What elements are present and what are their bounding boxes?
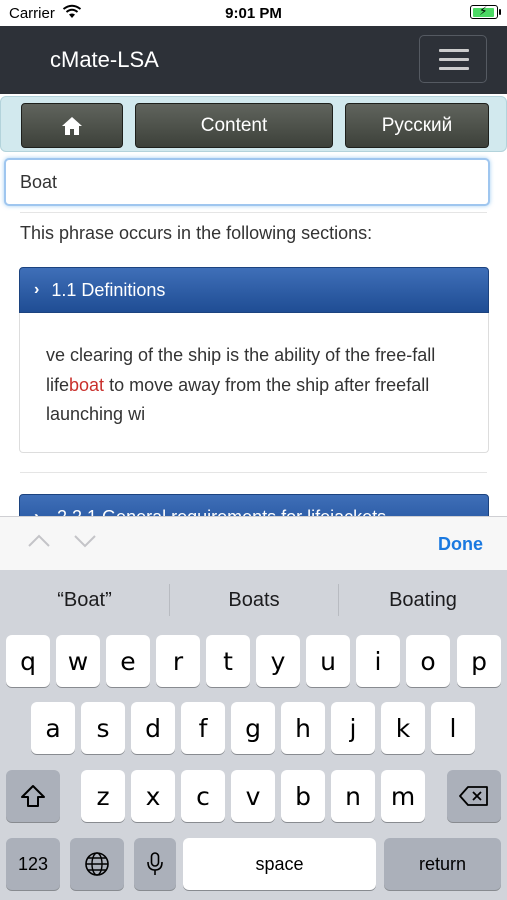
divider xyxy=(20,472,487,473)
key[interactable]: b xyxy=(281,770,325,822)
key[interactable]: x xyxy=(131,770,175,822)
shift-icon xyxy=(21,785,45,807)
key[interactable]: t xyxy=(206,635,250,687)
app-title[interactable]: cMate-LSA xyxy=(50,47,159,73)
globe-key[interactable] xyxy=(70,838,124,890)
snippet-text-after: to move away from the ship after freefal… xyxy=(46,374,430,425)
divider xyxy=(20,212,487,213)
suggestion-item[interactable]: Boating xyxy=(338,584,507,616)
key[interactable]: c xyxy=(181,770,225,822)
microphone-icon xyxy=(147,852,163,875)
key[interactable]: n xyxy=(331,770,375,822)
key[interactable]: m xyxy=(381,770,425,822)
key[interactable]: g xyxy=(231,702,275,754)
space-key[interactable]: space xyxy=(183,838,376,890)
done-button[interactable]: Done xyxy=(438,534,483,555)
keyboard: “Boat” Boats Boating q w e r t y u i o p… xyxy=(0,570,507,900)
home-icon xyxy=(62,116,82,135)
key[interactable]: e xyxy=(106,635,150,687)
chevron-right-icon: › xyxy=(34,281,40,298)
home-button[interactable] xyxy=(21,103,123,148)
section-header-definitions[interactable]: › 1.1 Definitions xyxy=(19,267,489,313)
section-title: 1.1 Definitions xyxy=(51,279,166,300)
key[interactable]: d xyxy=(131,702,175,754)
microphone-key[interactable] xyxy=(134,838,176,890)
backspace-icon xyxy=(459,786,488,806)
chevron-down-icon[interactable] xyxy=(74,531,96,554)
key[interactable]: q xyxy=(6,635,50,687)
results-intro: This phrase occurs in the following sect… xyxy=(20,223,373,243)
key[interactable]: p xyxy=(457,635,501,687)
section-snippet: ve clearing of the ship is the ability o… xyxy=(19,313,489,453)
key[interactable]: r xyxy=(156,635,200,687)
hamburger-icon[interactable] xyxy=(419,35,487,83)
key[interactable]: h xyxy=(281,702,325,754)
toolbar: Content Русский xyxy=(0,96,507,152)
key[interactable]: z xyxy=(81,770,125,822)
key[interactable]: f xyxy=(181,702,225,754)
search-input[interactable]: Boat xyxy=(4,158,490,206)
content-button[interactable]: Content xyxy=(135,103,333,148)
suggestion-item[interactable]: Boats xyxy=(169,584,338,616)
keyboard-accessory-bar: Done xyxy=(0,516,507,570)
status-bar: Carrier 9:01 PM ⚡ xyxy=(0,0,507,26)
key[interactable]: u xyxy=(306,635,350,687)
key[interactable]: v xyxy=(231,770,275,822)
key[interactable]: k xyxy=(381,702,425,754)
numbers-key[interactable]: 123 xyxy=(6,838,60,890)
delete-key[interactable] xyxy=(447,770,501,822)
key[interactable]: y xyxy=(256,635,300,687)
key[interactable]: a xyxy=(31,702,75,754)
key[interactable]: s xyxy=(81,702,125,754)
key[interactable]: j xyxy=(331,702,375,754)
language-button[interactable]: Русский xyxy=(345,103,489,148)
key[interactable]: i xyxy=(356,635,400,687)
suggestion-bar: “Boat” Boats Boating xyxy=(0,570,507,630)
key[interactable]: o xyxy=(406,635,450,687)
snippet-match: boat xyxy=(69,374,105,395)
globe-icon xyxy=(85,852,109,876)
shift-key[interactable] xyxy=(6,770,60,822)
clock: 9:01 PM xyxy=(225,5,282,22)
navbar: cMate-LSA xyxy=(0,26,507,94)
battery-icon: ⚡ xyxy=(470,4,501,19)
key[interactable]: w xyxy=(56,635,100,687)
return-key[interactable]: return xyxy=(384,838,501,890)
key[interactable]: l xyxy=(431,702,475,754)
suggestion-item[interactable]: “Boat” xyxy=(0,570,169,630)
chevron-up-icon[interactable] xyxy=(28,531,50,554)
